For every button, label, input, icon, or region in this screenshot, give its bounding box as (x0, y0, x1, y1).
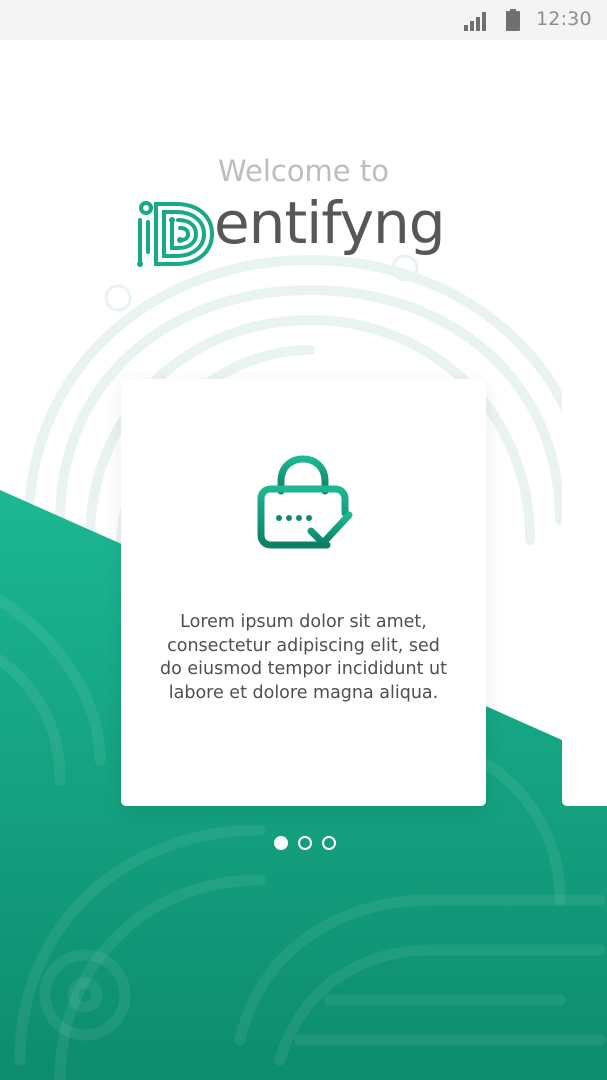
status-time: 12:30 (536, 8, 592, 30)
lock-check-icon (257, 455, 353, 549)
page-dot-3[interactable] (322, 836, 336, 850)
fingerprint-id-logo-icon (137, 201, 215, 267)
page-dot-1[interactable] (274, 836, 288, 850)
status-bar: 12:30 (0, 0, 607, 40)
welcome-heading: Welcome to (218, 154, 389, 188)
feature-description: Lorem ipsum dolor sit amet, consectetur … (160, 612, 447, 703)
carousel-pagination (274, 836, 336, 850)
brand-logo: entifyng (136, 189, 476, 276)
next-feature-card[interactable] (562, 379, 607, 806)
brand-name: entifyng (214, 189, 446, 257)
battery-icon (506, 9, 520, 31)
cellular-signal-icon (464, 12, 486, 31)
page-dot-2[interactable] (298, 836, 312, 850)
feature-card[interactable]: Lorem ipsum dolor sit amet, consectetur … (121, 379, 486, 806)
